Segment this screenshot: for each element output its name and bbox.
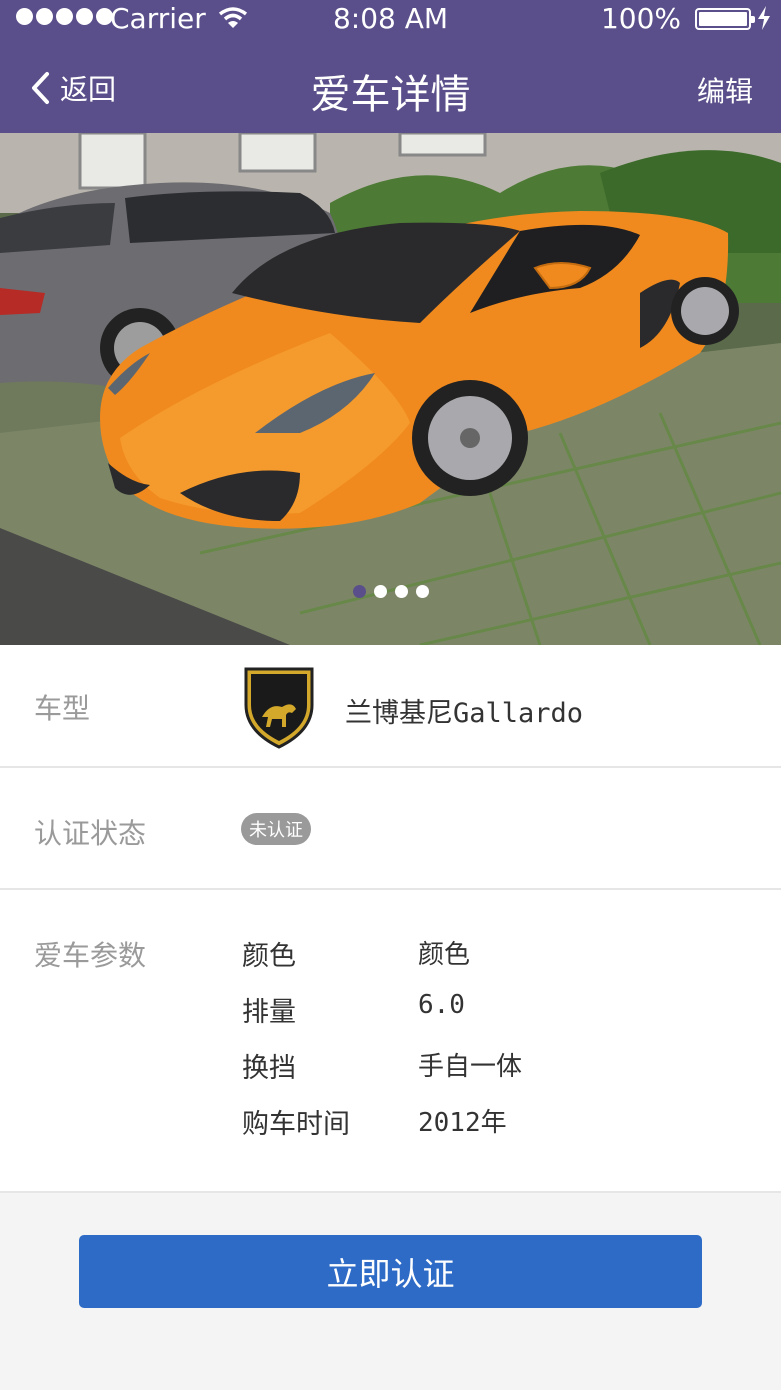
param-key: 颜色 (242, 941, 296, 972)
certify-now-button[interactable]: 立即认证 (79, 1235, 702, 1308)
list-item: 颜色 颜色 (242, 934, 522, 990)
list-item: 换挡 手自一体 (242, 1046, 522, 1102)
param-key: 排量 (242, 997, 296, 1028)
car-params-row: 爱车参数 颜色 颜色 排量 6.0 换挡 手自一体 购车时间 2012年 (0, 890, 781, 1193)
battery-icon (695, 8, 755, 30)
edit-button[interactable]: 编辑 (697, 70, 753, 110)
carousel-dot[interactable] (415, 585, 429, 598)
carousel-dot[interactable] (394, 585, 408, 598)
param-key: 购车时间 (242, 1109, 350, 1140)
params-list: 颜色 颜色 排量 6.0 换挡 手自一体 购车时间 2012年 (242, 934, 522, 1158)
top-bar: Carrier 8:08 AM 100% 返回 爱车详情 编辑 (0, 0, 781, 133)
status-badge: 未认证 (241, 813, 311, 845)
certification-row: 认证状态 未认证 (0, 768, 781, 890)
param-value: 2012年 (418, 1108, 507, 1138)
param-key: 换挡 (242, 1053, 296, 1084)
list-item: 购车时间 2012年 (242, 1102, 522, 1158)
car-photo (0, 133, 781, 645)
car-photo-carousel[interactable] (0, 133, 781, 645)
charging-bolt-icon (758, 6, 770, 30)
carousel-indicator (0, 585, 781, 598)
battery-percent: 100% (600, 2, 681, 35)
page-title: 爱车详情 (310, 72, 471, 118)
car-model-row: 车型 兰博基尼Gallardo (0, 645, 781, 768)
lamborghini-logo-icon (244, 667, 314, 749)
car-model-name: 兰博基尼Gallardo (345, 698, 584, 729)
navigation-bar: 返回 爱车详情 编辑 (0, 48, 781, 128)
param-value: 6.0 (418, 990, 465, 1020)
certification-label: 认证状态 (34, 817, 147, 850)
param-value: 颜色 (418, 940, 471, 970)
list-item: 排量 6.0 (242, 990, 522, 1046)
param-value: 手自一体 (418, 1052, 523, 1082)
car-params-label: 爱车参数 (34, 939, 147, 972)
status-bar: Carrier 8:08 AM 100% (0, 0, 781, 40)
carousel-dot[interactable] (373, 585, 387, 598)
carousel-dot[interactable] (352, 585, 366, 598)
car-model-label: 车型 (34, 692, 91, 725)
